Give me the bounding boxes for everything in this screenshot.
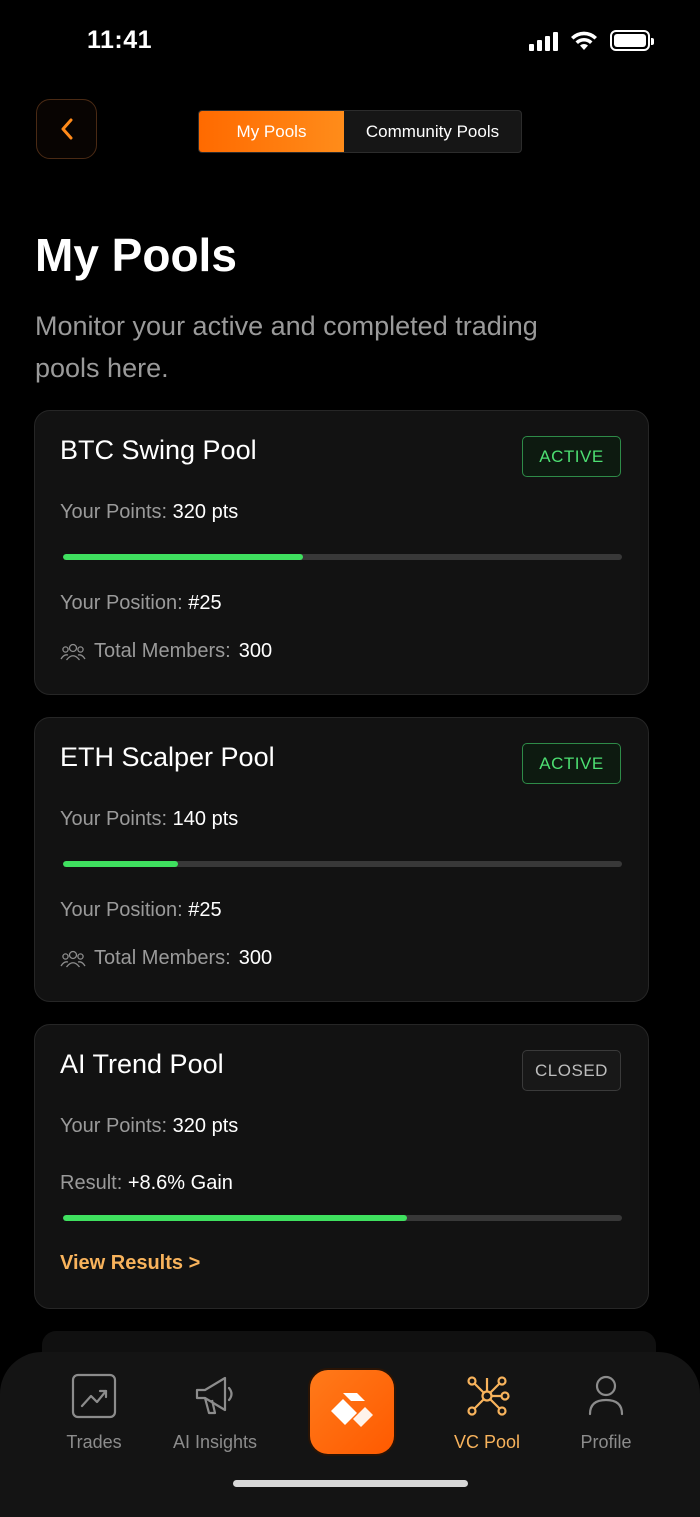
status-bar: 11:41 xyxy=(0,0,700,84)
chart-trend-icon xyxy=(70,1372,118,1420)
points-row: Your Points: 320 pts xyxy=(60,1115,238,1138)
points-row: Your Points: 140 pts xyxy=(60,808,238,831)
points-label: Your Points: xyxy=(60,1115,168,1137)
wifi-icon xyxy=(571,31,597,50)
status-time: 11:41 xyxy=(87,26,153,54)
members-value: 300 xyxy=(238,640,273,662)
result-value: +8.6% Gain xyxy=(127,1172,233,1194)
chevron-left-icon xyxy=(61,118,72,140)
page-subtitle: Monitor your active and completed tradin… xyxy=(35,311,538,383)
points-label: Your Points: xyxy=(60,501,168,523)
pool-name: ETH Scalper Pool xyxy=(60,742,275,772)
position-row: Your Position: #25 xyxy=(60,592,222,615)
pool-name: AI Trend Pool xyxy=(60,1049,224,1079)
points-row: Your Points: 320 pts xyxy=(60,501,238,524)
points-progress-bar xyxy=(63,861,622,867)
home-indicator xyxy=(233,1480,468,1487)
points-progress-bar xyxy=(63,554,622,560)
result-row: Result: +8.6% Gain xyxy=(60,1172,233,1195)
position-label: Your Position: xyxy=(60,592,183,614)
users-icon xyxy=(60,950,86,967)
status-badge: CLOSED xyxy=(522,1050,621,1091)
battery-icon xyxy=(610,30,654,51)
network-icon xyxy=(463,1372,511,1420)
points-value: 320 pts xyxy=(172,501,239,523)
view-results-link[interactable]: View Results > xyxy=(60,1252,200,1275)
tab-my-pools[interactable]: My Pools xyxy=(199,111,344,152)
pool-card[interactable]: AI Trend Pool CLOSED Your Points: 320 pt… xyxy=(34,1024,649,1309)
status-badge: ACTIVE xyxy=(522,743,621,784)
nav-item-home[interactable] xyxy=(310,1370,394,1454)
megaphone-icon xyxy=(191,1372,239,1420)
user-icon xyxy=(582,1372,630,1420)
members-label: Total Members: xyxy=(94,640,231,662)
nav-label: AI Insights xyxy=(172,1432,258,1452)
members-value: 300 xyxy=(238,947,273,969)
position-value: #25 xyxy=(188,899,222,921)
members-row: Total Members: 300 xyxy=(60,640,272,663)
position-value: #25 xyxy=(188,592,222,614)
points-progress-bar xyxy=(63,1215,622,1221)
position-row: Your Position: #25 xyxy=(60,899,222,922)
tab-community-pools[interactable]: Community Pools xyxy=(344,111,521,152)
app-logo-icon xyxy=(331,1393,373,1427)
members-label: Total Members: xyxy=(94,947,231,969)
pool-card[interactable]: BTC Swing Pool ACTIVE Your Points: 320 p… xyxy=(34,410,649,695)
members-row: Total Members: 300 xyxy=(60,947,272,970)
progress-fill xyxy=(63,1215,407,1221)
page-title: My Pools xyxy=(35,229,237,281)
points-label: Your Points: xyxy=(60,808,168,830)
progress-fill xyxy=(63,554,304,560)
points-value: 140 pts xyxy=(172,808,239,830)
nav-label: Trades xyxy=(66,1432,122,1452)
position-label: Your Position: xyxy=(60,899,183,921)
pool-tabs: My Pools Community Pools xyxy=(198,110,522,153)
back-button[interactable] xyxy=(36,99,97,159)
pool-name: BTC Swing Pool xyxy=(60,435,257,465)
status-badge: ACTIVE xyxy=(522,436,621,477)
users-icon xyxy=(60,643,86,660)
nav-label: VC Pool xyxy=(453,1432,521,1452)
points-value: 320 pts xyxy=(172,1115,239,1137)
nav-label: Profile xyxy=(580,1432,632,1452)
status-icons xyxy=(529,30,654,51)
progress-fill xyxy=(63,861,178,867)
pool-card[interactable]: ETH Scalper Pool ACTIVE Your Points: 140… xyxy=(34,717,649,1002)
signal-icon xyxy=(529,31,558,51)
bottom-nav: Trades AI Insights VC Pool Profile xyxy=(0,1352,700,1517)
result-label: Result: xyxy=(60,1172,123,1194)
